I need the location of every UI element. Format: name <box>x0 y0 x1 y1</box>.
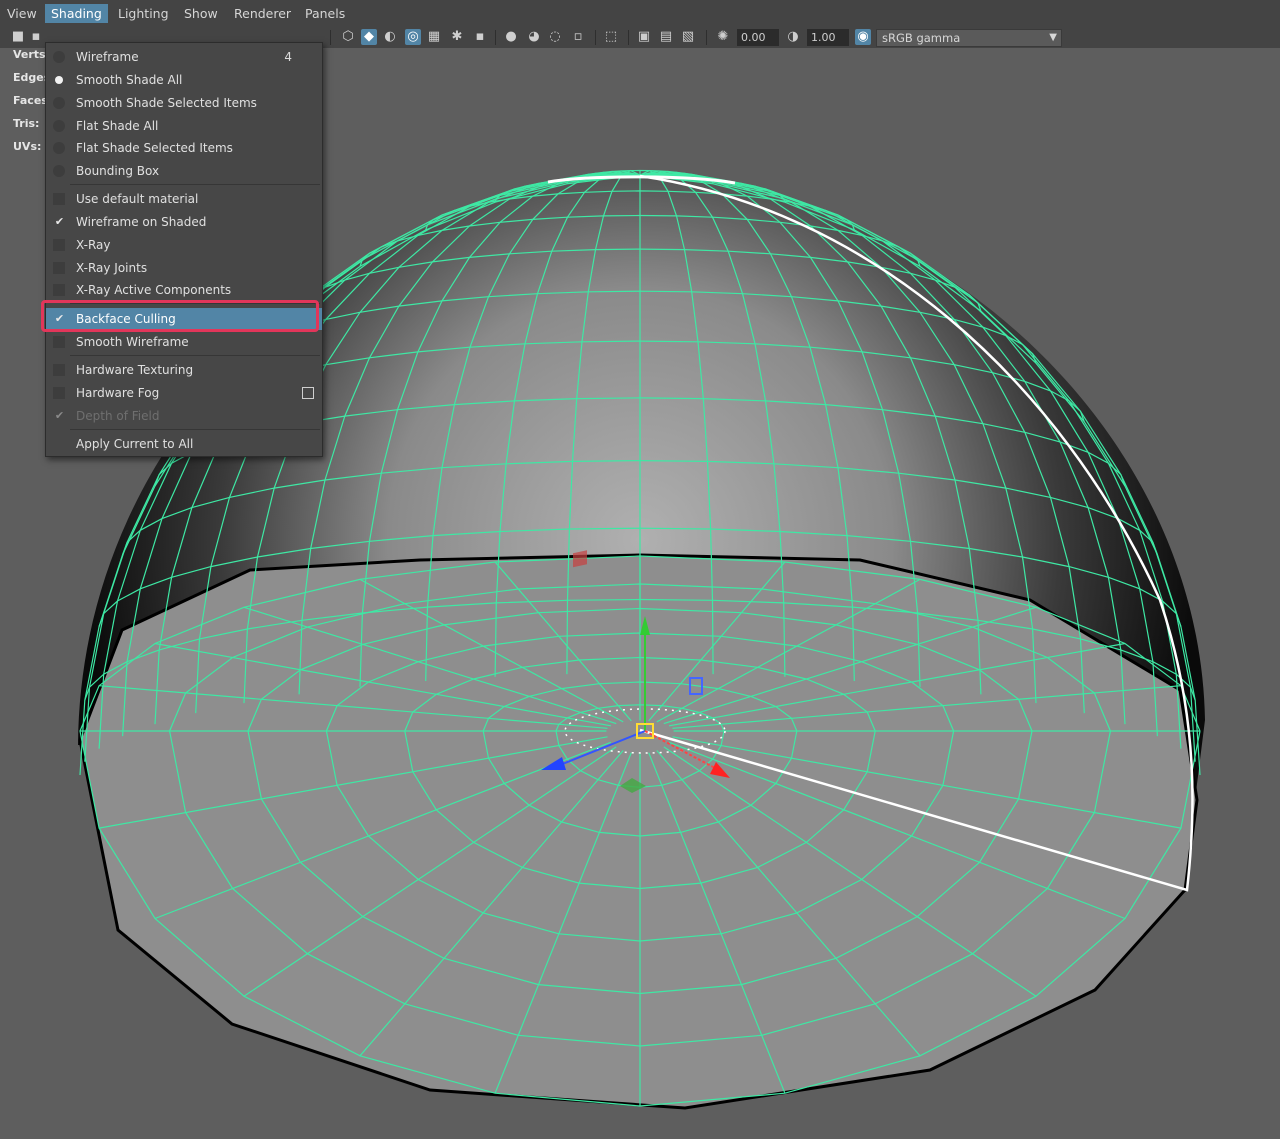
color-space-value: sRGB gamma <box>882 31 961 45</box>
menu-item-flat-shade-selected[interactable]: Flat Shade Selected Items <box>46 137 322 159</box>
menu-item-label: Flat Shade Selected Items <box>76 141 233 155</box>
radio-selected-icon <box>55 76 63 84</box>
toolbar-divider <box>595 30 596 45</box>
menu-item-bounding-box[interactable]: Bounding Box <box>46 160 322 182</box>
shading-menu: Wireframe 4 Smooth Shade All Smooth Shad… <box>45 42 323 457</box>
toolbar-divider <box>628 30 629 45</box>
textured-icon[interactable]: ▦ <box>426 29 442 45</box>
checkmark-icon: ✔ <box>54 409 65 422</box>
checkbox-icon <box>53 284 65 296</box>
select-camera-icon[interactable]: ▪ <box>28 29 44 45</box>
radio-icon <box>53 97 65 109</box>
menu-item-smooth-shade-all[interactable]: Smooth Shade All <box>46 69 322 91</box>
panel-menubar: View Shading Lighting Show Renderer Pane… <box>0 0 1280 28</box>
menu-item-smooth-wireframe[interactable]: Smooth Wireframe <box>46 331 322 353</box>
menu-renderer[interactable]: Renderer <box>228 4 297 23</box>
hud-tris-label: Tris: <box>13 117 40 130</box>
menu-item-label: Use default material <box>76 192 199 206</box>
menu-item-wireframe[interactable]: Wireframe 4 <box>46 46 322 68</box>
menu-item-label: Smooth Shade All <box>76 73 183 87</box>
default-lighting-icon[interactable]: ◐ <box>382 29 398 45</box>
wireframe-icon[interactable]: ⬡ <box>340 29 356 45</box>
ambient-occlusion-icon[interactable]: ● <box>503 29 519 45</box>
menu-item-hardware-fog[interactable]: Hardware Fog <box>46 382 322 404</box>
camera-icon[interactable]: ■ <box>10 29 26 45</box>
xy-plane-handle[interactable] <box>573 550 587 568</box>
menu-item-hardware-texturing[interactable]: Hardware Texturing <box>46 359 322 381</box>
menu-item-label: Smooth Wireframe <box>76 335 189 349</box>
color-space-select[interactable]: sRGB gamma ▼ <box>876 29 1062 47</box>
depth-of-field-icon[interactable]: ▫ <box>570 29 586 45</box>
checkbox-icon <box>53 387 65 399</box>
menu-item-wireframe-on-shaded[interactable]: ✔ Wireframe on Shaded <box>46 211 322 233</box>
menu-item-smooth-shade-selected[interactable]: Smooth Shade Selected Items <box>46 92 322 114</box>
motion-blur-icon[interactable]: ◕ <box>526 29 542 45</box>
checkbox-icon <box>53 262 65 274</box>
checkbox-icon <box>53 364 65 376</box>
menu-item-label: Wireframe on Shaded <box>76 215 207 229</box>
menu-divider <box>70 355 320 356</box>
menu-shading[interactable]: Shading <box>45 4 108 23</box>
exposure-field[interactable]: 0.00 <box>737 29 779 46</box>
anti-aliasing-icon[interactable]: ◌ <box>547 29 563 45</box>
menu-show[interactable]: Show <box>178 4 224 23</box>
shadows-icon[interactable]: ▪ <box>472 29 488 45</box>
menu-divider <box>70 184 320 185</box>
lights-icon[interactable]: ✱ <box>449 29 465 45</box>
shortcut-label: 4 <box>284 50 292 64</box>
toolbar-divider <box>330 30 331 45</box>
checkbox-icon <box>53 193 65 205</box>
exposure-icon[interactable]: ✺ <box>715 29 731 45</box>
annotation-highlight-box <box>41 300 319 332</box>
menu-view[interactable]: View <box>1 4 43 23</box>
isolate-select-icon[interactable]: ⬚ <box>603 29 619 45</box>
menu-item-apply-current-to-all[interactable]: Apply Current to All <box>46 433 322 455</box>
menu-item-xray-joints[interactable]: X-Ray Joints <box>46 257 322 279</box>
menu-panels[interactable]: Panels <box>299 4 351 23</box>
radio-icon <box>53 142 65 154</box>
menu-item-label: Bounding Box <box>76 164 160 178</box>
radio-icon <box>53 165 65 177</box>
checkbox-icon <box>53 239 65 251</box>
menu-item-label: Flat Shade All <box>76 119 159 133</box>
menu-item-xray-active-components[interactable]: X-Ray Active Components <box>46 279 322 301</box>
menu-item-xray[interactable]: X-Ray <box>46 234 322 256</box>
toolbar-divider <box>495 30 496 45</box>
xray-joints-icon[interactable]: ▧ <box>680 29 696 45</box>
menu-item-label: Apply Current to All <box>76 437 194 451</box>
menu-item-label: X-Ray <box>76 238 111 252</box>
menu-item-use-default-material[interactable]: Use default material <box>46 188 322 210</box>
xray-icon[interactable]: ▣ <box>636 29 652 45</box>
menu-lighting[interactable]: Lighting <box>112 4 175 23</box>
toolbar-divider <box>706 30 707 45</box>
xray-active-components-icon[interactable]: ▤ <box>658 29 674 45</box>
menu-item-label: Wireframe <box>76 50 139 64</box>
checkbox-icon <box>53 336 65 348</box>
color-management-icon[interactable]: ◉ <box>855 29 871 45</box>
menu-item-label: Hardware Texturing <box>76 363 194 377</box>
gamma-icon[interactable]: ◑ <box>785 29 801 45</box>
gamma-field[interactable]: 1.00 <box>807 29 849 46</box>
menu-item-label: X-Ray Active Components <box>76 283 232 297</box>
menu-item-label: Hardware Fog <box>76 386 160 400</box>
menu-item-label: Smooth Shade Selected Items <box>76 96 257 110</box>
menu-item-flat-shade-all[interactable]: Flat Shade All <box>46 115 322 137</box>
menu-item-label: Depth of Field <box>76 409 160 423</box>
chevron-down-icon: ▼ <box>1049 32 1057 43</box>
hud-uvs-label: UVs: <box>13 140 42 153</box>
checkmark-icon: ✔ <box>54 215 65 228</box>
radio-icon <box>53 120 65 132</box>
smooth-shade-icon[interactable]: ◆ <box>361 29 377 45</box>
option-box-icon[interactable] <box>302 387 314 399</box>
wireframe-on-shaded-icon[interactable]: ◎ <box>405 29 421 45</box>
radio-icon <box>53 51 65 63</box>
menu-item-label: X-Ray Joints <box>76 261 148 275</box>
menu-item-depth-of-field: ✔ Depth of Field <box>46 405 322 427</box>
menu-divider <box>70 429 320 430</box>
